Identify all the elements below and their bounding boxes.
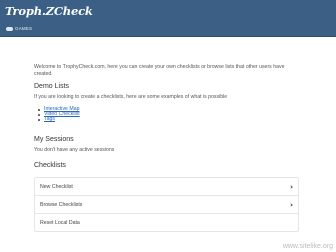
- checklists-menu: New Checklist › Browse Checklists › Rese…: [34, 177, 299, 232]
- new-checklist-label: New Checklist: [40, 183, 73, 190]
- top-header: Troph.ZCheck GAMES: [0, 0, 336, 37]
- site-logo[interactable]: Troph.ZCheck: [5, 4, 93, 18]
- gamepad-icon: [6, 26, 13, 31]
- games-nav-link[interactable]: GAMES: [6, 24, 32, 33]
- browse-checklists-item[interactable]: Browse Checklists ›: [35, 196, 298, 214]
- demo-lists-description: If you are looking to create a checklist…: [34, 94, 228, 100]
- chevron-right-icon: ›: [290, 182, 293, 191]
- reset-local-data-item[interactable]: Reset Local Data: [35, 214, 298, 231]
- new-checklist-item[interactable]: New Checklist ›: [35, 178, 298, 196]
- sessions-empty-text: You don't have any active sessions: [34, 147, 115, 153]
- my-sessions-heading: My Sessions: [34, 136, 74, 143]
- demo-link-item: Tags: [38, 116, 80, 122]
- reset-local-data-label: Reset Local Data: [40, 219, 80, 226]
- demo-links-list: Interactive Map Video Checklist Tags: [38, 106, 80, 123]
- games-nav-label: GAMES: [15, 26, 33, 31]
- demo-lists-heading: Demo Lists: [34, 83, 70, 90]
- checklists-heading: Checklists: [34, 162, 66, 169]
- tags-link[interactable]: Tags: [44, 116, 55, 122]
- intro-text: Welcome to TrophyCheck.com, here you can…: [34, 64, 285, 77]
- browse-checklists-label: Browse Checklists: [40, 201, 83, 208]
- watermark-text: www.sitelike.org: [282, 243, 333, 250]
- chevron-right-icon: ›: [290, 200, 293, 209]
